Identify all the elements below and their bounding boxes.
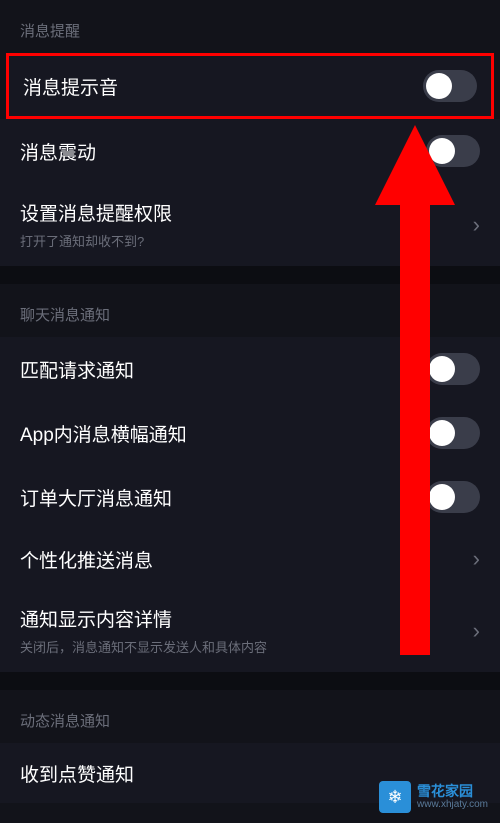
label-message-vibrate: 消息震动 bbox=[20, 138, 96, 165]
section-divider bbox=[0, 672, 500, 690]
label-content-detail: 通知显示内容详情 bbox=[20, 605, 267, 632]
toggle-app-banner[interactable] bbox=[426, 417, 480, 449]
chevron-right-icon: › bbox=[473, 546, 480, 572]
toggle-knob bbox=[429, 484, 455, 510]
label-personal-push: 个性化推送消息 bbox=[20, 546, 153, 573]
toggle-knob bbox=[429, 420, 455, 446]
watermark-name: 雪花家园 bbox=[417, 783, 488, 800]
row-message-vibrate[interactable]: 消息震动 bbox=[0, 119, 500, 183]
label-like-notification: 收到点赞通知 bbox=[20, 760, 134, 787]
toggle-message-sound[interactable] bbox=[423, 70, 477, 102]
sub-notification-permission: 打开了通知却收不到? bbox=[20, 231, 172, 250]
toggle-match-request[interactable] bbox=[426, 353, 480, 385]
section-divider bbox=[0, 266, 500, 284]
toggle-message-vibrate[interactable] bbox=[426, 135, 480, 167]
label-match-request: 匹配请求通知 bbox=[20, 356, 134, 383]
row-app-banner[interactable]: App内消息横幅通知 bbox=[0, 401, 500, 465]
label-message-sound: 消息提示音 bbox=[23, 73, 118, 100]
row-content-detail[interactable]: 通知显示内容详情 关闭后，消息通知不显示发送人和具体内容 › bbox=[0, 589, 500, 672]
chevron-right-icon: › bbox=[473, 618, 480, 644]
label-app-banner: App内消息横幅通知 bbox=[20, 420, 187, 447]
section-header-dynamic: 动态消息通知 bbox=[0, 690, 500, 743]
row-notification-permission[interactable]: 设置消息提醒权限 打开了通知却收不到? › bbox=[0, 183, 500, 266]
snowflake-icon: ❄ bbox=[379, 781, 411, 813]
label-notification-permission: 设置消息提醒权限 bbox=[20, 199, 172, 226]
sub-content-detail: 关闭后，消息通知不显示发送人和具体内容 bbox=[20, 637, 267, 656]
row-personal-push[interactable]: 个性化推送消息 › bbox=[0, 529, 500, 589]
section-header-chat: 聊天消息通知 bbox=[0, 284, 500, 337]
chevron-right-icon: › bbox=[473, 212, 480, 238]
watermark: ❄ 雪花家园 www.xhjaty.com bbox=[379, 781, 488, 813]
row-match-request[interactable]: 匹配请求通知 bbox=[0, 337, 500, 401]
toggle-knob bbox=[429, 138, 455, 164]
toggle-knob bbox=[429, 356, 455, 382]
watermark-url: www.xhjaty.com bbox=[417, 799, 488, 811]
toggle-order-hall[interactable] bbox=[426, 481, 480, 513]
section-header-notifications: 消息提醒 bbox=[0, 0, 500, 53]
row-order-hall[interactable]: 订单大厅消息通知 bbox=[0, 465, 500, 529]
row-message-sound[interactable]: 消息提示音 bbox=[6, 53, 494, 119]
label-order-hall: 订单大厅消息通知 bbox=[20, 484, 172, 511]
toggle-knob bbox=[426, 73, 452, 99]
